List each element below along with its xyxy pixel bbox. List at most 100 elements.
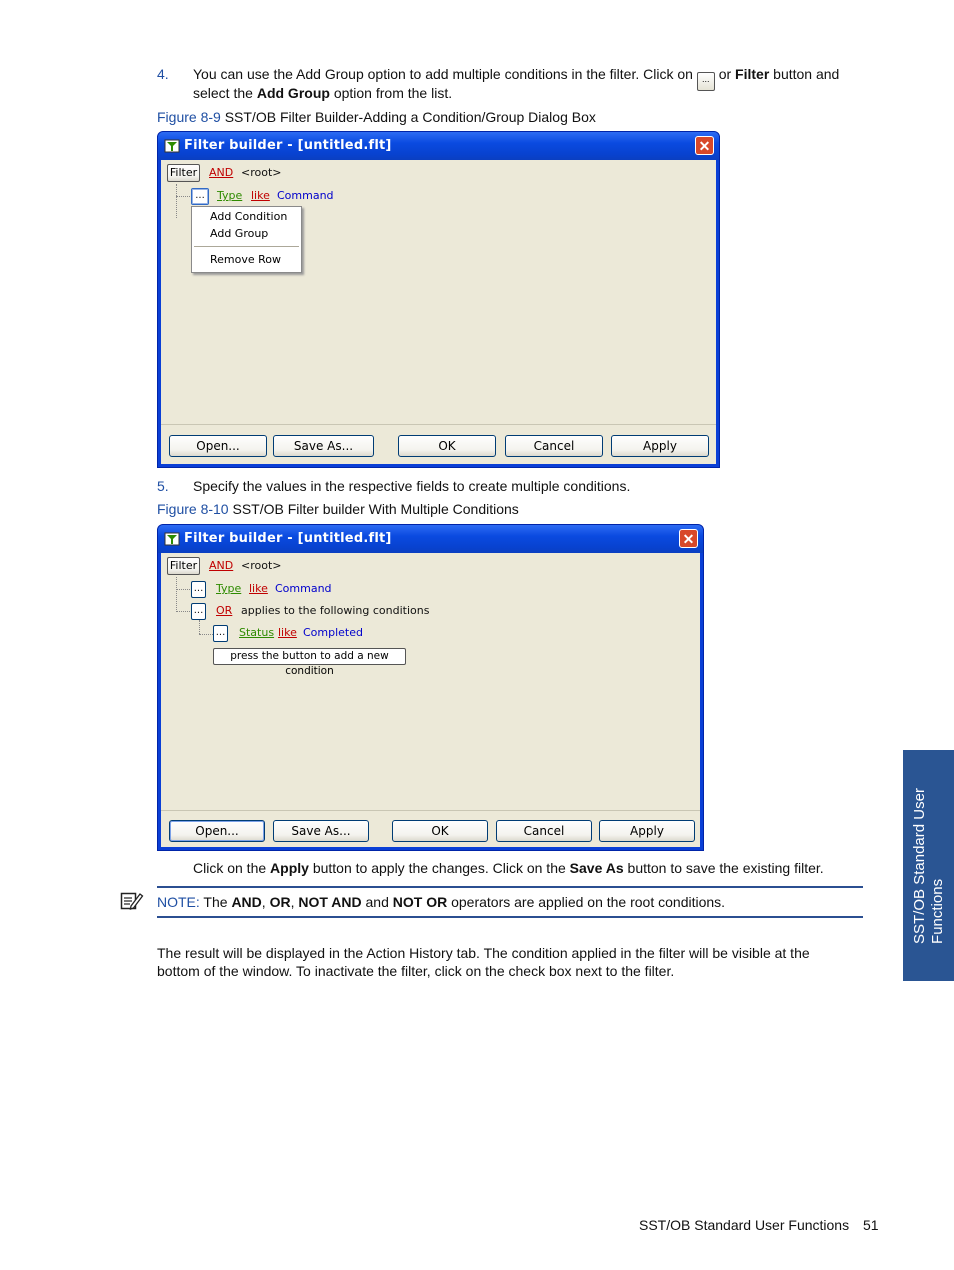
dialog-2-row1-button[interactable]: ... (191, 581, 206, 598)
dialog-2-tree-line-v2 (199, 620, 200, 634)
dialog-2-group-text: applies to the following conditions (241, 604, 430, 617)
dialog-2-row1-operator[interactable]: like (249, 582, 268, 595)
note-comma-2: , (290, 894, 295, 910)
dialog-1-value[interactable]: Command (277, 189, 334, 202)
filter-app-icon (164, 139, 180, 153)
dialog-2-root-operator[interactable]: AND (209, 559, 233, 572)
footer-page-number: 51 (862, 1217, 879, 1233)
dialog-1-tree-line-v (176, 184, 177, 218)
note-label: NOTE: (157, 894, 200, 910)
note-comma-1: , (261, 894, 266, 910)
dialog-1-field[interactable]: Type (217, 189, 242, 202)
dialog-2-row2-button[interactable]: ... (213, 625, 228, 642)
result-line-2: bottom of the window. To inactivate the … (157, 963, 675, 979)
dialog-2-title: Filter builder - [untitled.flt] (184, 531, 392, 546)
dialog-1-ok-button[interactable]: OK (398, 435, 496, 457)
dialog-1-operator[interactable]: like (251, 189, 270, 202)
note-and: AND (231, 894, 262, 910)
step-5-text: Specify the values in the respective fie… (193, 478, 631, 494)
step-4-text-b: or (718, 66, 732, 82)
step-4-text-c: button and (773, 66, 840, 82)
filter-app-icon (164, 532, 180, 546)
chapter-side-tab: SST/OB Standard User Functions (903, 750, 954, 981)
dialog-2-apply-button[interactable]: Apply (599, 820, 695, 842)
filter-builder-dialog-2: Filter builder - [untitled.flt] ✕ Filter… (157, 524, 704, 851)
note-or: OR (269, 894, 291, 910)
note-icon (120, 892, 144, 910)
side-tab-line-1: SST/OB Standard User (910, 787, 928, 944)
step-4-text-e: option from the list. (333, 85, 453, 101)
menu-add-group[interactable]: Add Group (210, 227, 268, 240)
dialog-2-filter-button[interactable]: Filter (167, 557, 200, 575)
side-tab-text: SST/OB Standard User Functions (911, 788, 947, 944)
apply-bold: Apply (270, 860, 309, 876)
dialog-1-apply-button[interactable]: Apply (611, 435, 709, 457)
dialog-2-row1-field[interactable]: Type (216, 582, 241, 595)
dialog-2-group-button[interactable]: ... (191, 603, 206, 620)
dialog-2-open-button[interactable]: Open... (169, 820, 265, 842)
dialog-1-root-operator[interactable]: AND (209, 166, 233, 179)
step-4-filter-bold: Filter (735, 66, 770, 82)
step-4-text-a: You can use the Add Group option to add … (193, 66, 693, 82)
dialog-2-add-condition-button[interactable]: press the button to add a new condition (213, 648, 406, 677)
dialog-2-titlebar: Filter builder - [untitled.flt] ✕ (158, 525, 703, 553)
note-and-word: and (365, 894, 389, 910)
note-top-rule (157, 886, 863, 888)
side-tab-line-2: Functions (928, 878, 946, 944)
dialog-2-client: Filter AND <root> ... Type like Command … (161, 553, 700, 847)
apply-text-e: button to save the existing filter. (627, 860, 824, 876)
apply-text-a: Click on the (193, 860, 267, 876)
ellipsis-button-icon: ... (696, 72, 715, 91)
step-4-addgroup-bold: Add Group (256, 85, 330, 101)
figure-9-caption: Figure 8-9 SST/OB Filter Builder-Adding … (157, 108, 596, 127)
dialog-1-titlebar: Filter builder - [untitled.flt] ✕ (158, 132, 719, 160)
dialog-2-row2-operator[interactable]: like (278, 626, 297, 639)
dialog-2-close-button[interactable]: ✕ (679, 529, 698, 548)
note-bottom-rule (157, 916, 863, 918)
step-4-number: 4. (157, 66, 169, 82)
dialog-2-cancel-button[interactable]: Cancel (496, 820, 592, 842)
dialog-2-row1-value[interactable]: Command (275, 582, 332, 595)
dialog-1-title: Filter builder - [untitled.flt] (184, 138, 392, 153)
apply-paragraph: Click on the Apply button to apply the c… (193, 859, 824, 878)
dialog-2-tree-area: Filter AND <root> ... Type like Command … (161, 553, 700, 811)
note-text: NOTE: The AND, OR, NOT AND and NOT OR op… (157, 893, 725, 912)
footer-title: SST/OB Standard User Functions (639, 1217, 850, 1233)
dialog-2-save-as-button[interactable]: Save As... (273, 820, 369, 842)
figure-10-label: Figure 8-10 (157, 501, 229, 517)
dialog-1-filter-button[interactable]: Filter (167, 164, 200, 182)
dialog-1-tree-area: Filter AND <root> ... Type like Command … (161, 160, 716, 425)
menu-remove-row[interactable]: Remove Row (210, 253, 281, 266)
dialog-2-group-operator[interactable]: OR (216, 604, 232, 617)
dialog-2-tree-line-h1 (176, 589, 190, 590)
dialog-1-save-as-button[interactable]: Save As... (273, 435, 374, 457)
dialog-2-root-label: <root> (241, 559, 282, 572)
note-not-and: NOT AND (298, 894, 362, 910)
dialog-1-tree-line-h (176, 196, 190, 197)
apply-text-c: button to apply the changes. Click on th… (312, 860, 566, 876)
note-not-or: NOT OR (392, 894, 448, 910)
dialog-1-root-label: <root> (241, 166, 282, 179)
dialog-2-tree-line-h3 (199, 634, 213, 635)
saveas-bold: Save As (569, 860, 624, 876)
dialog-2-tree-line-h2 (176, 611, 190, 612)
dialog-2-row2-field[interactable]: Status (239, 626, 274, 639)
figure-9-label: Figure 8-9 (157, 109, 221, 125)
figure-10-caption: Figure 8-10 SST/OB Filter builder With M… (157, 500, 519, 519)
dialog-2-row2-value[interactable]: Completed (303, 626, 363, 639)
page-footer: SST/OB Standard User Functions 51 (639, 1216, 879, 1235)
dialog-1-row-button[interactable]: ... (191, 188, 209, 205)
dialog-1-close-button[interactable]: ✕ (695, 136, 714, 155)
result-line-1: The result will be displayed in the Acti… (157, 945, 810, 961)
step-4-text-d: select the (193, 85, 253, 101)
dialog-1-open-button[interactable]: Open... (169, 435, 267, 457)
dialog-2-ok-button[interactable]: OK (392, 820, 488, 842)
menu-add-condition[interactable]: Add Condition (210, 210, 287, 223)
dialog-2-tree-line-v1 (176, 577, 177, 612)
dialog-1-cancel-button[interactable]: Cancel (505, 435, 603, 457)
figure-9-text: SST/OB Filter Builder-Adding a Condition… (224, 109, 596, 125)
filter-builder-dialog-1: Filter builder - [untitled.flt] ✕ Filter… (157, 131, 720, 468)
step-5-number: 5. (157, 478, 169, 494)
note-text-a: The (203, 894, 228, 910)
dialog-1-client: Filter AND <root> ... Type like Command … (161, 160, 716, 464)
